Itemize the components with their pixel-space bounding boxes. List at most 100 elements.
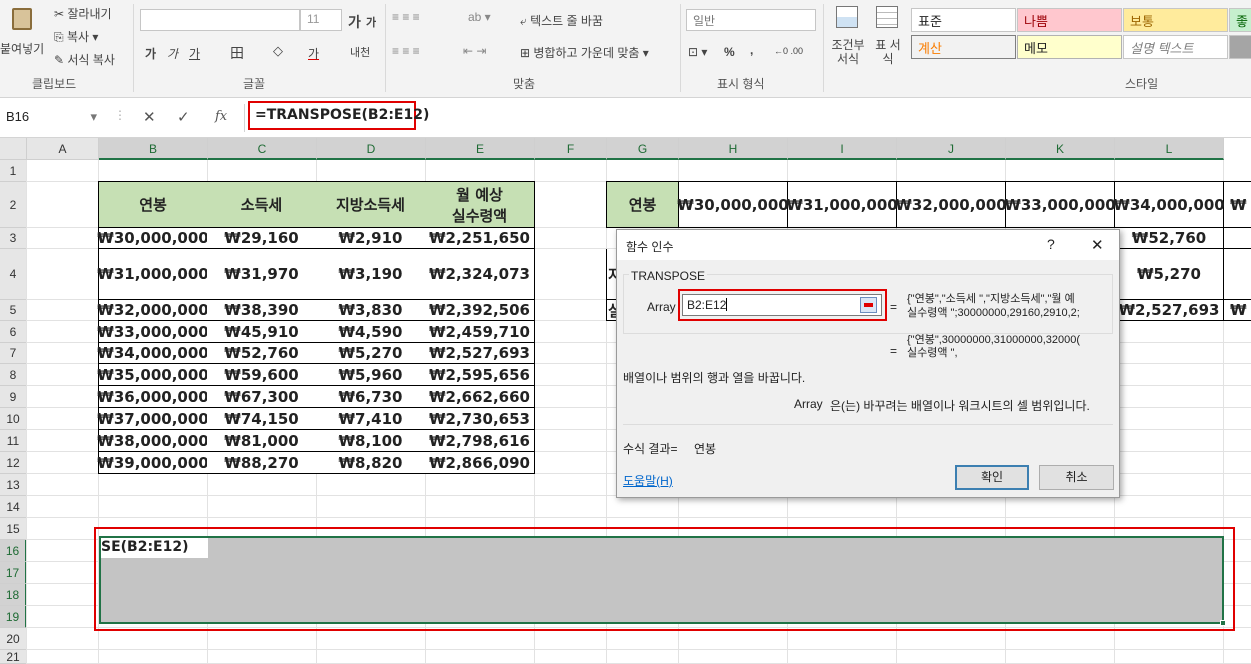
format-as-table-button[interactable]: 표 서식 — [868, 4, 906, 72]
enter-icon[interactable]: ✓ — [177, 108, 190, 126]
table-cell[interactable]: ₩38,390 — [207, 300, 317, 321]
row-header-8[interactable]: 8 — [0, 364, 27, 386]
row-header-14[interactable]: 14 — [0, 496, 27, 518]
table-cell[interactable]: ₩2,595,656 — [425, 364, 535, 386]
table-cell[interactable]: ₩31,970 — [207, 249, 317, 300]
name-box[interactable]: B16 ▾ — [0, 106, 103, 130]
wrap-text-button[interactable]: ⤶ 텍스트 줄 바꿈 — [520, 12, 603, 29]
fill-color-button[interactable]: ◇ — [273, 43, 283, 59]
table-cell[interactable]: ₩34,000,000 — [97, 343, 209, 364]
transposed-cell[interactable]: ₩31,000,000 — [786, 181, 898, 228]
table-cell[interactable]: ₩30,000,000 — [97, 228, 209, 249]
table-cell[interactable]: ₩6,730 — [316, 386, 426, 408]
style-bad[interactable]: 나쁨 — [1017, 8, 1122, 32]
column-header-i[interactable]: I — [788, 138, 897, 160]
grow-font-button[interactable]: 가 — [348, 12, 361, 32]
style-neutral[interactable]: 보통 — [1123, 8, 1228, 32]
table-cell[interactable]: ₩2,662,660 — [425, 386, 535, 408]
transposed-cell[interactable]: ₩33,000,000 — [1004, 181, 1116, 228]
column-header-e[interactable]: E — [426, 138, 535, 160]
table-cell[interactable]: ₩5,960 — [316, 364, 426, 386]
row-header-3[interactable]: 3 — [0, 228, 27, 249]
align-left-icon[interactable]: ≡ ≡ ≡ — [392, 44, 420, 58]
table-cell[interactable]: ₩3,830 — [316, 300, 426, 321]
percent-button[interactable]: % — [724, 45, 735, 59]
style-normal[interactable]: 표준 — [911, 8, 1016, 32]
transposed-cell[interactable]: ₩ — [1224, 300, 1251, 321]
column-header-a[interactable]: A — [27, 138, 99, 160]
row-header-9[interactable]: 9 — [0, 386, 27, 408]
table-cell[interactable]: ₩2,392,506 — [425, 300, 535, 321]
phonetic-button[interactable]: 내천 — [350, 44, 370, 60]
font-color-button[interactable]: 가 — [308, 45, 319, 62]
table-cell[interactable]: ₩74,150 — [207, 408, 317, 430]
dialog-titlebar[interactable] — [617, 230, 1119, 260]
table-cell[interactable]: ₩81,000 — [207, 430, 317, 452]
table-cell[interactable]: ₩45,910 — [207, 321, 317, 343]
cancel-icon[interactable]: ✕ — [143, 108, 156, 126]
transposed-cell[interactable]: ₩2,527,693 — [1115, 300, 1224, 321]
comma-button[interactable]: , — [750, 43, 753, 57]
paste-button[interactable]: 붙여넣기 — [0, 2, 46, 72]
transposed-cell[interactable]: ₩ — [1224, 181, 1251, 228]
column-header-b[interactable]: B — [99, 138, 208, 160]
table-cell[interactable]: ₩7,410 — [316, 408, 426, 430]
select-all-corner[interactable] — [0, 138, 27, 160]
row-header-13[interactable]: 13 — [0, 474, 27, 496]
table-cell[interactable]: ₩37,000,000 — [97, 408, 209, 430]
row-header-19[interactable]: 19 — [0, 606, 27, 628]
help-icon[interactable]: ? — [1047, 236, 1055, 252]
column-header-f[interactable]: F — [535, 138, 607, 160]
row-header-7[interactable]: 7 — [0, 343, 27, 364]
border-button[interactable]: 田 — [230, 43, 244, 63]
transposed-cell[interactable]: ₩52,760 — [1115, 228, 1224, 249]
currency-button[interactable]: ⊡ ▾ — [688, 45, 707, 59]
row-header-6[interactable]: 6 — [0, 321, 27, 343]
merge-center-button[interactable]: ⊞ 병합하고 가운데 맞춤 ▾ — [520, 44, 649, 61]
table-header-cell[interactable]: 월 예상 실수령액 — [425, 181, 535, 228]
close-icon[interactable]: ✕ — [1091, 236, 1104, 254]
table-cell[interactable]: ₩31,000,000 — [97, 249, 209, 300]
transposed-cell[interactable] — [1224, 228, 1251, 249]
table-cell[interactable]: ₩2,730,653 — [425, 408, 535, 430]
row-header-10[interactable]: 10 — [0, 408, 27, 430]
table-cell[interactable]: ₩2,251,650 — [425, 228, 535, 249]
bold-button[interactable]: 가 — [145, 45, 156, 62]
table-cell[interactable]: ₩2,527,693 — [425, 343, 535, 364]
table-header-cell[interactable]: 지방소득세 — [316, 181, 426, 228]
table-cell[interactable]: ₩5,270 — [316, 343, 426, 364]
table-cell[interactable]: ₩38,000,000 — [97, 430, 209, 452]
shrink-font-button[interactable]: 가 — [366, 14, 376, 30]
table-cell[interactable]: ₩2,324,073 — [425, 249, 535, 300]
transposed-cell[interactable]: ₩34,000,000 — [1113, 181, 1225, 228]
table-cell[interactable]: ₩35,000,000 — [97, 364, 209, 386]
table-cell[interactable]: ₩3,190 — [316, 249, 426, 300]
transposed-cell[interactable]: ₩5,270 — [1115, 249, 1224, 300]
underline-button[interactable]: 가 — [189, 45, 200, 62]
table-cell[interactable]: ₩36,000,000 — [97, 386, 209, 408]
table-cell[interactable]: ₩8,820 — [316, 452, 426, 474]
insert-function-icon[interactable]: fx — [215, 109, 227, 124]
table-cell[interactable]: ₩4,590 — [316, 321, 426, 343]
transposed-cell[interactable] — [1224, 249, 1251, 300]
font-size-select[interactable]: 11 — [300, 9, 342, 31]
table-header-cell[interactable]: 소득세 — [207, 181, 317, 228]
table-cell[interactable]: ₩2,866,090 — [425, 452, 535, 474]
help-link[interactable]: 도움말(H) — [623, 472, 673, 489]
table-cell[interactable]: ₩88,270 — [207, 452, 317, 474]
ok-button[interactable]: 확인 — [955, 465, 1029, 490]
table-header-cell[interactable]: 연봉 — [98, 181, 208, 228]
table-cell[interactable]: ₩59,600 — [207, 364, 317, 386]
indent-icon[interactable]: ⇤ ⇥ — [463, 44, 486, 58]
cut-button[interactable]: ✂ 잘라내기 — [54, 5, 112, 22]
style-explanatory[interactable]: 설명 텍스트 — [1123, 35, 1228, 59]
format-painter-button[interactable]: ✎ 서식 복사 — [54, 51, 115, 68]
copy-button[interactable]: ⎘ 복사 ▾ — [54, 28, 98, 45]
table-cell[interactable]: ₩39,000,000 — [97, 452, 209, 474]
number-format-select[interactable]: 일반 — [686, 9, 816, 31]
transposed-header-cell[interactable]: 연봉 — [606, 181, 679, 228]
row-header-20[interactable]: 20 — [0, 628, 27, 650]
style-note[interactable]: 메모 — [1017, 35, 1122, 59]
column-header-h[interactable]: H — [679, 138, 788, 160]
table-cell[interactable]: ₩2,459,710 — [425, 321, 535, 343]
